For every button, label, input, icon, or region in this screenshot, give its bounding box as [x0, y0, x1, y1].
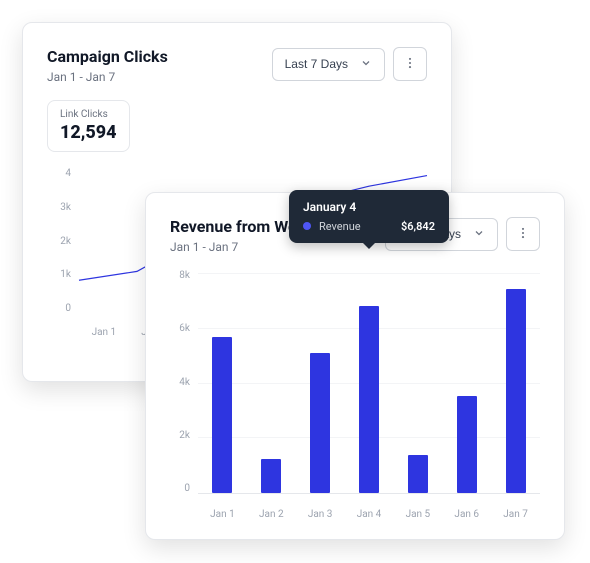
tooltip-value: $6,842: [401, 220, 435, 233]
metric-value: 12,594: [60, 122, 117, 143]
y-axis: 8k 6k 4k 2k 0: [170, 270, 190, 494]
bar-column[interactable]: [296, 274, 345, 493]
tooltip-row: Revenue $6,842: [303, 220, 435, 233]
card-title: Campaign Clicks: [47, 47, 168, 66]
x-tick: Jan 4: [345, 501, 394, 520]
header-controls: Last 7 Days: [272, 47, 427, 81]
bar: [408, 455, 428, 493]
more-options-button[interactable]: [506, 217, 540, 251]
more-options-button[interactable]: [393, 47, 427, 81]
tooltip-dot-icon: [303, 222, 311, 230]
x-tick: Jan 7: [491, 501, 540, 520]
y-tick: 2k: [179, 430, 190, 441]
y-axis: 4 3k 2k 1k 0: [47, 168, 71, 314]
bar: [212, 337, 232, 493]
y-tick: 6k: [179, 323, 190, 334]
chevron-down-icon: [473, 227, 485, 242]
date-range-label: Last 7 Days: [285, 57, 348, 71]
title-block: Campaign Clicks Jan 1 - Jan 7: [47, 47, 168, 84]
revenue-workflows-card: Revenue from Workflows Jan 1 - Jan 7 Las…: [145, 192, 565, 540]
tooltip-date: January 4: [303, 200, 435, 214]
bar: [359, 306, 379, 493]
y-tick: 8k: [179, 270, 190, 281]
card-header: Campaign Clicks Jan 1 - Jan 7 Last 7 Day…: [47, 47, 427, 84]
y-tick: 0: [65, 303, 71, 314]
bar-column[interactable]: January 4Revenue$6,842: [345, 274, 394, 493]
card-subtitle: Jan 1 - Jan 7: [47, 70, 168, 84]
bar: [261, 459, 281, 493]
y-tick: 4: [65, 168, 71, 179]
tooltip-series: Revenue: [319, 220, 393, 233]
y-tick: 1k: [60, 269, 71, 280]
bar: [310, 353, 330, 493]
x-tick: Jan 1: [198, 501, 247, 520]
metric-box: Link Clicks 12,594: [47, 100, 130, 152]
revenue-bar-chart: 8k6k4k2k0 January 4Revenue$6,842 Jan 1Ja…: [170, 270, 540, 520]
y-tick: 2k: [60, 236, 71, 247]
x-axis: Jan 1Jan 2Jan 3Jan 4Jan 5Jan 6Jan 7: [198, 501, 540, 520]
y-tick: 3k: [60, 202, 71, 213]
bar-column[interactable]: [442, 274, 491, 493]
x-tick: Jan 3: [296, 501, 345, 520]
x-tick: Jan 2: [247, 501, 296, 520]
bar-column[interactable]: [198, 274, 247, 493]
x-tick: Jan 5: [393, 501, 442, 520]
date-range-select[interactable]: Last 7 Days: [272, 48, 385, 81]
bar-plot: January 4Revenue$6,842: [198, 274, 540, 494]
bar-column[interactable]: [491, 274, 540, 493]
y-tick: 0: [184, 483, 190, 494]
bar: [457, 396, 477, 493]
bar: [506, 289, 526, 493]
bar-column[interactable]: [393, 274, 442, 493]
chart-tooltip: January 4 Revenue $6,842: [289, 190, 449, 243]
chevron-down-icon: [360, 57, 372, 72]
y-tick: 4k: [179, 377, 190, 388]
bar-column[interactable]: [247, 274, 296, 493]
more-vertical-icon: [516, 226, 530, 243]
metric-label: Link Clicks: [60, 109, 117, 120]
x-tick: Jan 6: [442, 501, 491, 520]
more-vertical-icon: [403, 56, 417, 73]
x-tick: Jan 1: [79, 327, 129, 338]
